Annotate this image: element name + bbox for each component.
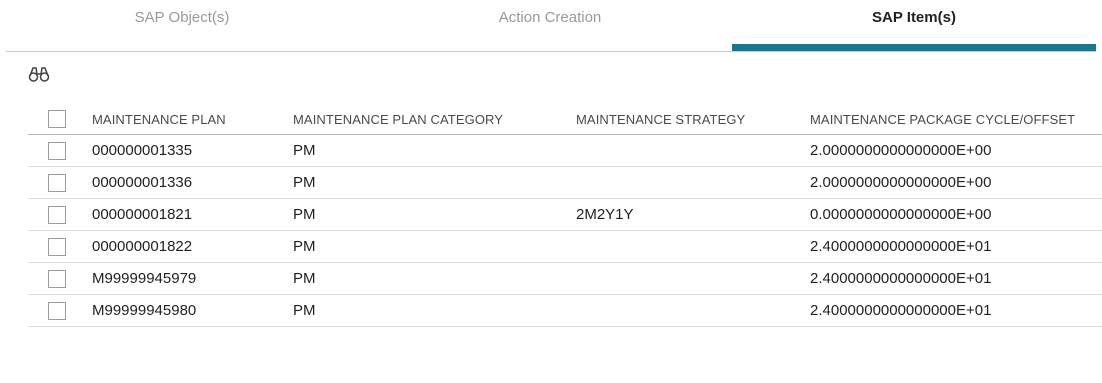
cell-maintenance-strategy bbox=[576, 166, 810, 199]
row-checkbox-cell bbox=[28, 230, 92, 263]
row-checkbox-cell bbox=[28, 166, 92, 199]
column-header-maintenance-plan[interactable]: MAINTENANCE PLAN bbox=[92, 104, 293, 135]
row-checkbox-cell bbox=[28, 198, 92, 231]
cell-maintenance-package-cycle: 2.4000000000000000E+01 bbox=[810, 262, 1102, 295]
cell-maintenance-plan-category: PM bbox=[293, 262, 576, 295]
tab-bar-divider bbox=[6, 51, 1096, 52]
cell-maintenance-plan: M99999945979 bbox=[92, 262, 293, 295]
cell-maintenance-package-cycle: 0.0000000000000000E+00 bbox=[810, 198, 1102, 231]
active-tab-indicator bbox=[732, 44, 1096, 51]
table-header-row: MAINTENANCE PLAN MAINTENANCE PLAN CATEGO… bbox=[28, 104, 1102, 135]
column-header-maintenance-strategy[interactable]: MAINTENANCE STRATEGY bbox=[576, 104, 810, 135]
cell-maintenance-plan-category: PM bbox=[293, 198, 576, 231]
row-checkbox[interactable] bbox=[48, 237, 66, 256]
row-checkbox-cell bbox=[28, 262, 92, 295]
cell-maintenance-strategy bbox=[576, 134, 810, 167]
row-checkbox-cell bbox=[28, 294, 92, 327]
table-row[interactable]: 000000001821 PM 2M2Y1Y 0.000000000000000… bbox=[28, 198, 1102, 231]
tab-sap-items[interactable]: SAP Item(s) bbox=[732, 0, 1096, 48]
cell-maintenance-plan: 000000001821 bbox=[92, 198, 293, 231]
column-header-maintenance-package-cycle[interactable]: MAINTENANCE PACKAGE CYCLE/OFFSET bbox=[810, 104, 1102, 135]
select-all-checkbox[interactable] bbox=[48, 110, 66, 128]
cell-maintenance-plan-category: PM bbox=[293, 134, 576, 167]
row-checkbox[interactable] bbox=[48, 301, 66, 320]
cell-maintenance-plan-category: PM bbox=[293, 230, 576, 263]
table-row[interactable]: M99999945979 PM 2.4000000000000000E+01 bbox=[28, 262, 1102, 295]
tab-bar: SAP Object(s) Action Creation SAP Item(s… bbox=[0, 0, 1102, 52]
cell-maintenance-plan: 000000001822 bbox=[92, 230, 293, 263]
binoculars-icon-svg bbox=[28, 67, 50, 82]
cell-maintenance-plan: M99999945980 bbox=[92, 294, 293, 327]
binoculars-icon[interactable] bbox=[28, 64, 52, 86]
select-all-cell bbox=[28, 104, 92, 135]
row-checkbox-cell bbox=[28, 134, 92, 167]
cell-maintenance-plan: 000000001336 bbox=[92, 166, 293, 199]
cell-maintenance-strategy bbox=[576, 230, 810, 263]
cell-maintenance-package-cycle: 2.0000000000000000E+00 bbox=[810, 166, 1102, 199]
column-header-maintenance-plan-category[interactable]: MAINTENANCE PLAN CATEGORY bbox=[293, 104, 576, 135]
cell-maintenance-package-cycle: 2.4000000000000000E+01 bbox=[810, 230, 1102, 263]
table-row[interactable]: 000000001822 PM 2.4000000000000000E+01 bbox=[28, 230, 1102, 263]
cell-maintenance-strategy bbox=[576, 262, 810, 295]
table-row[interactable]: 000000001336 PM 2.0000000000000000E+00 bbox=[28, 166, 1102, 199]
cell-maintenance-plan-category: PM bbox=[293, 294, 576, 327]
tab-sap-objects[interactable]: SAP Object(s) bbox=[0, 0, 364, 48]
table-row[interactable]: 000000001335 PM 2.0000000000000000E+00 bbox=[28, 134, 1102, 167]
row-checkbox[interactable] bbox=[48, 173, 66, 192]
cell-maintenance-strategy: 2M2Y1Y bbox=[576, 198, 810, 231]
table-row[interactable]: M99999945980 PM 2.4000000000000000E+01 bbox=[28, 294, 1102, 327]
tab-action-creation[interactable]: Action Creation bbox=[368, 0, 732, 48]
row-checkbox[interactable] bbox=[48, 141, 66, 160]
row-checkbox[interactable] bbox=[48, 205, 66, 224]
cell-maintenance-plan: 000000001335 bbox=[92, 134, 293, 167]
cell-maintenance-plan-category: PM bbox=[293, 166, 576, 199]
cell-maintenance-package-cycle: 2.4000000000000000E+01 bbox=[810, 294, 1102, 327]
cell-maintenance-strategy bbox=[576, 294, 810, 327]
sap-items-table: MAINTENANCE PLAN MAINTENANCE PLAN CATEGO… bbox=[28, 104, 1102, 327]
cell-maintenance-package-cycle: 2.0000000000000000E+00 bbox=[810, 134, 1102, 167]
row-checkbox[interactable] bbox=[48, 269, 66, 288]
